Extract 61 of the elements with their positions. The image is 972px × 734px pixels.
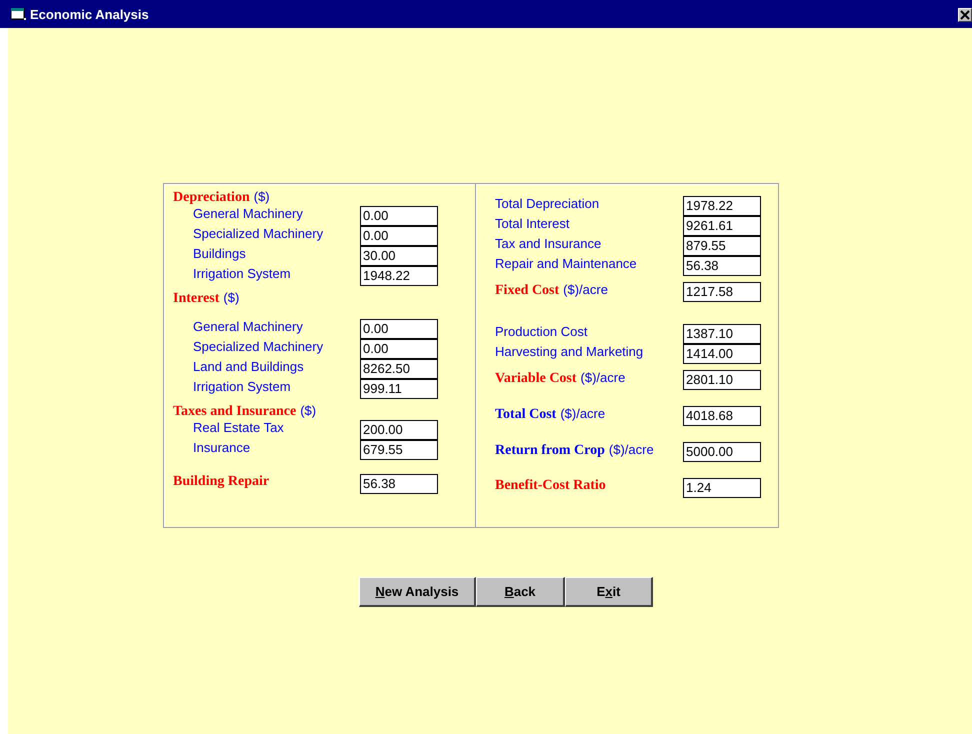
value-field[interactable]: 1414.00 (683, 344, 761, 364)
value-field[interactable]: 56.38 (360, 474, 438, 494)
total-label: Total Cost (495, 407, 556, 423)
item-label: Specialized Machinery (193, 339, 324, 354)
unit-label: ($) (300, 403, 316, 418)
unit-label: ($) (223, 290, 240, 305)
action-button[interactable]: Back (476, 577, 565, 607)
window-title: Economic Analysis (30, 6, 150, 22)
value-field[interactable]: 56.38 (683, 256, 761, 276)
item-label: Buildings (193, 246, 246, 261)
value-field[interactable]: 9261.61 (683, 216, 761, 236)
item-label: General Machinery (193, 206, 303, 221)
window-icon (10, 7, 26, 21)
value-field[interactable]: 1978.22 (683, 196, 761, 216)
item-label: Repair and Maintenance (495, 256, 637, 271)
total-label: Variable Cost (495, 371, 577, 387)
value-field[interactable]: 1217.58 (683, 282, 761, 302)
value-field[interactable]: 0.00 (360, 206, 438, 226)
item-label: Total Depreciation (495, 196, 600, 211)
item-label: Tax and Insurance (495, 236, 602, 251)
value-field[interactable]: 1.24 (683, 478, 761, 498)
value-field[interactable]: 679.55 (360, 440, 438, 460)
item-label: Production Cost (495, 324, 588, 339)
item-label: Harvesting and Marketing (495, 344, 644, 359)
item-label: Land and Buildings (193, 359, 304, 374)
value-field[interactable]: 5000.00 (683, 442, 761, 462)
item-label: General Machinery (193, 319, 303, 334)
item-label: Irrigation System (193, 266, 291, 281)
value-field[interactable]: 879.55 (683, 236, 761, 256)
unit-label: ($)/acre (560, 406, 606, 421)
total-label: Fixed Cost (495, 283, 560, 299)
value-field[interactable]: 2801.10 (683, 370, 761, 390)
close-button[interactable] (958, 8, 972, 22)
total-label: Benefit-Cost Ratio (495, 478, 606, 494)
section-heading: Building Repair (173, 474, 270, 490)
value-field[interactable]: 8262.50 (360, 359, 438, 379)
section-heading: Taxes and Insurance (173, 404, 296, 420)
item-label: Insurance (193, 440, 250, 455)
unit-label: ($)/acre (608, 442, 654, 457)
value-field[interactable]: 0.00 (360, 339, 438, 359)
value-field[interactable]: 1948.22 (360, 266, 438, 286)
value-field[interactable]: 999.11 (360, 379, 438, 399)
section-heading: Interest (173, 291, 220, 307)
unit-label: ($)/acre (563, 282, 608, 297)
item-label: Real Estate Tax (193, 420, 284, 435)
value-field[interactable]: 0.00 (360, 226, 438, 246)
section-heading: Depreciation (173, 190, 250, 206)
value-field[interactable]: 0.00 (360, 319, 438, 339)
value-field[interactable]: 30.00 (360, 246, 438, 266)
unit-label: ($) (254, 189, 270, 204)
value-field[interactable]: 1387.10 (683, 324, 761, 344)
unit-label: ($)/acre (580, 370, 626, 385)
value-field[interactable]: 200.00 (360, 420, 438, 440)
action-button[interactable]: Exit (565, 577, 653, 607)
close-icon (960, 10, 970, 20)
value-field[interactable]: 4018.68 (683, 406, 761, 426)
item-label: Total Interest (495, 216, 570, 231)
total-label: Return from Crop (495, 443, 605, 459)
item-label: Specialized Machinery (193, 226, 324, 241)
item-label: Irrigation System (193, 379, 291, 394)
action-button[interactable]: New Analysis (359, 577, 476, 607)
